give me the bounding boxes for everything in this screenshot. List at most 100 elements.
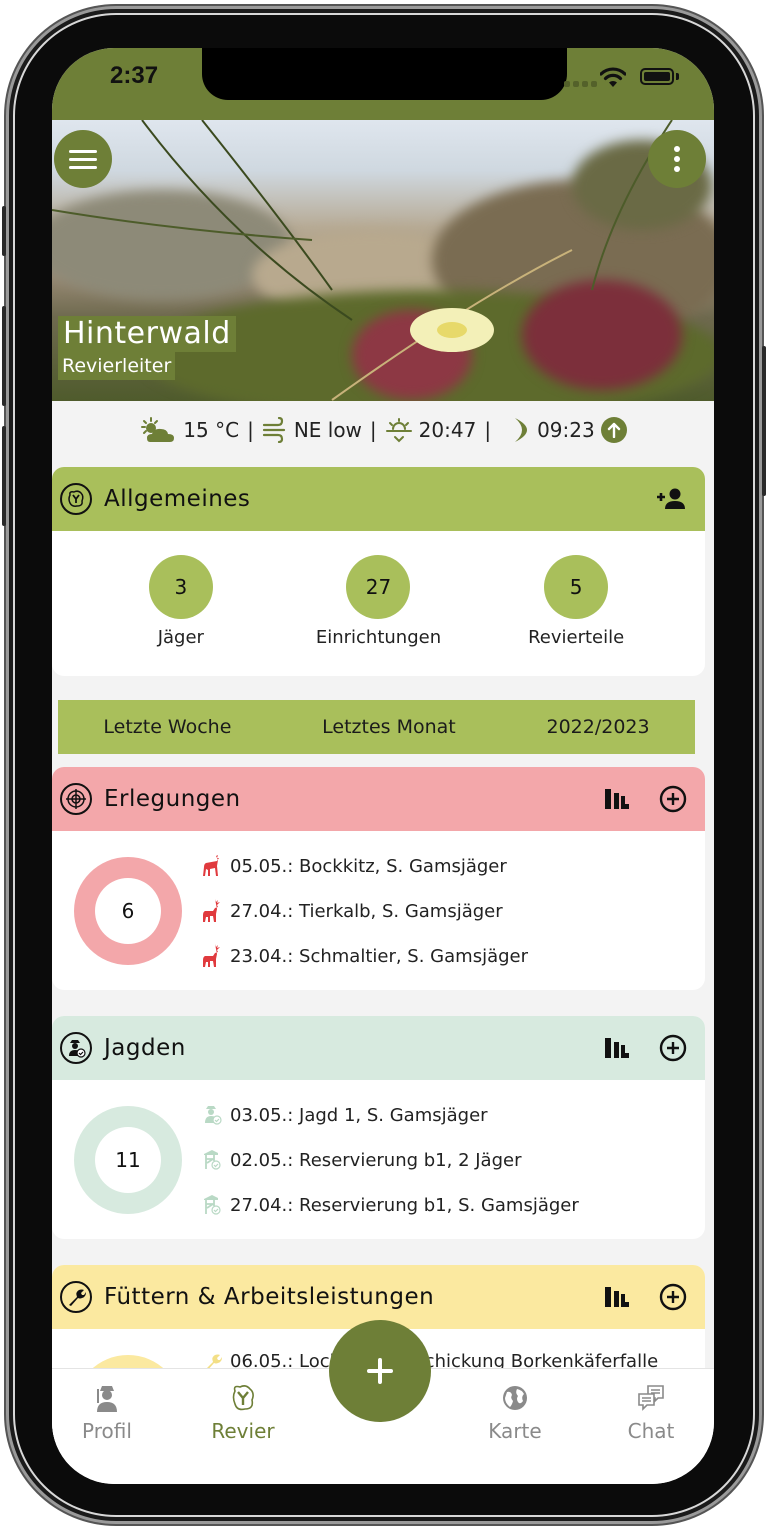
tab-label: Chat: [627, 1419, 675, 1443]
entry-text: 27.04.: Reservierung b1, S. Gamsjäger: [230, 1194, 579, 1216]
general-card-title: Allgemeines: [104, 486, 251, 512]
add-circle-icon[interactable]: [659, 1034, 687, 1062]
globe-icon: [503, 1386, 527, 1410]
stat-value: 27: [346, 555, 411, 619]
period-last-week[interactable]: Letzte Woche: [103, 716, 231, 738]
tab-chat[interactable]: Chat: [596, 1383, 706, 1443]
hunter-profile-icon: [97, 1386, 117, 1412]
entry-text: 03.05.: Jagd 1, S. Gamsjäger: [230, 1104, 488, 1126]
hunter-check-icon: [200, 1103, 224, 1127]
hunting-ground-title: Hinterwald: [58, 316, 236, 352]
battery-icon: [640, 68, 674, 85]
separator: |: [484, 418, 492, 442]
wrench-icon: [60, 1281, 92, 1313]
tab-karte[interactable]: Karte: [460, 1383, 570, 1443]
status-time: 2:37: [110, 62, 159, 89]
weather-details-button[interactable]: [600, 417, 627, 443]
tab-label: Profil: [82, 1419, 132, 1443]
general-stats: 3 Jäger 27 Einrichtungen 5 Revierteile: [52, 531, 705, 676]
partly-cloudy-icon: [141, 417, 175, 442]
user-role: Revierleiter: [58, 352, 176, 380]
notch: [202, 48, 567, 100]
list-item[interactable]: 02.05.: Reservierung b1, 2 Jäger: [200, 1148, 579, 1173]
stat-facilities[interactable]: 27 Einrichtungen: [288, 555, 468, 676]
status-bar: 2:37: [52, 48, 714, 120]
hunting-ground-icon: [60, 483, 92, 515]
hunts-card-header: Jagden: [52, 1016, 705, 1080]
temperature: 15 °C: [183, 418, 240, 442]
deer-fawn-icon: [200, 854, 224, 878]
hunts-card: Jagden 11 03.05.: Jagd 1, S. Gamsjäger 0…: [52, 1016, 705, 1239]
volume-down-button: [2, 426, 6, 526]
period-last-month[interactable]: Letztes Monat: [322, 716, 456, 738]
volume-up-button: [2, 306, 6, 406]
plus-icon: [367, 1358, 393, 1384]
wifi-icon: [600, 67, 626, 87]
deer-icon: [200, 944, 224, 968]
moon-time: 09:23: [537, 418, 595, 442]
chat-icon: [638, 1385, 664, 1411]
sunset-time: 20:47: [418, 418, 477, 442]
tab-label: Karte: [488, 1419, 542, 1443]
hunting-stand-check-icon: [200, 1148, 224, 1172]
crosshair-icon: [60, 783, 92, 815]
hunts-count-donut: 11: [74, 1106, 182, 1214]
stat-label: Revierteile: [528, 627, 625, 648]
add-circle-icon[interactable]: [659, 1283, 687, 1311]
hunting-ground-icon: [232, 1385, 254, 1411]
stat-hunters[interactable]: 3 Jäger: [91, 555, 271, 676]
bar-chart-icon[interactable]: [603, 787, 631, 811]
harvest-card-title: Erlegungen: [104, 786, 241, 812]
power-button: [762, 346, 766, 496]
app-screen: 2:37 Hinterwald Revierleiter 15 °C | NE …: [52, 48, 714, 1484]
more-options-button[interactable]: [648, 130, 706, 188]
wind-icon: [262, 417, 285, 443]
hero-image: Hinterwald Revierleiter: [52, 120, 714, 401]
tab-label: Revier: [211, 1419, 275, 1443]
battery-tip: [676, 73, 679, 80]
wind: NE low: [293, 418, 362, 442]
moon-icon: [515, 418, 528, 442]
harvest-card-header: Erlegungen: [52, 767, 705, 831]
tab-revier[interactable]: Revier: [188, 1383, 298, 1443]
sunset-icon: [385, 418, 412, 443]
stat-value: 5: [544, 555, 609, 619]
separator: |: [369, 418, 377, 442]
hunts-count: 11: [95, 1127, 161, 1193]
hunting-stand-check-icon: [200, 1193, 224, 1217]
hunts-card-body: 11 03.05.: Jagd 1, S. Gamsjäger 02.05.: …: [52, 1080, 705, 1239]
stat-label: Jäger: [157, 627, 204, 648]
list-item[interactable]: 03.05.: Jagd 1, S. Gamsjäger: [200, 1103, 579, 1128]
menu-button[interactable]: [54, 130, 112, 188]
deer-icon: [200, 899, 224, 923]
list-item[interactable]: 05.05.: Bockkitz, S. Gamsjäger: [200, 854, 528, 879]
separator: |: [247, 418, 254, 442]
period-selector: Letzte Woche Letztes Monat 2022/2023: [58, 700, 695, 754]
add-circle-icon[interactable]: [659, 785, 687, 813]
list-item[interactable]: 23.04.: Schmaltier, S. Gamsjäger: [200, 944, 528, 969]
general-card-header: Allgemeines: [52, 467, 705, 531]
harvest-card-body: 6 05.05.: Bockkitz, S. Gamsjäger 27.04.:…: [52, 831, 705, 990]
stat-ground-parts[interactable]: 5 Revierteile: [486, 555, 666, 676]
hunter-check-icon: [60, 1032, 92, 1064]
stat-label: Einrichtungen: [315, 627, 442, 648]
add-entry-fab[interactable]: [329, 1320, 431, 1422]
stat-value: 3: [148, 555, 213, 619]
general-card: Allgemeines 3 Jäger 27 Einrichtungen 5 R…: [52, 467, 705, 676]
list-item[interactable]: 27.04.: Reservierung b1, S. Gamsjäger: [200, 1193, 579, 1218]
weather-bar: 15 °C | NE low | 20:47 | 09:23: [52, 401, 714, 459]
entry-text: 02.05.: Reservierung b1, 2 Jäger: [230, 1149, 522, 1171]
entry-text: 27.04.: Tierkalb, S. Gamsjäger: [230, 900, 503, 922]
cellular-signal-icon: [564, 81, 597, 87]
feeding-card-title: Füttern & Arbeitsleistungen: [104, 1284, 435, 1310]
mute-switch: [2, 206, 6, 256]
bar-chart-icon[interactable]: [603, 1285, 631, 1309]
hunts-card-title: Jagden: [104, 1035, 186, 1061]
period-season[interactable]: 2022/2023: [547, 716, 650, 738]
tab-profil[interactable]: Profil: [52, 1383, 162, 1443]
add-user-icon[interactable]: [655, 487, 687, 511]
bar-chart-icon[interactable]: [603, 1036, 631, 1060]
hamburger-icon: [69, 145, 97, 174]
list-item[interactable]: 27.04.: Tierkalb, S. Gamsjäger: [200, 899, 528, 924]
harvest-count-donut: 6: [74, 857, 182, 965]
